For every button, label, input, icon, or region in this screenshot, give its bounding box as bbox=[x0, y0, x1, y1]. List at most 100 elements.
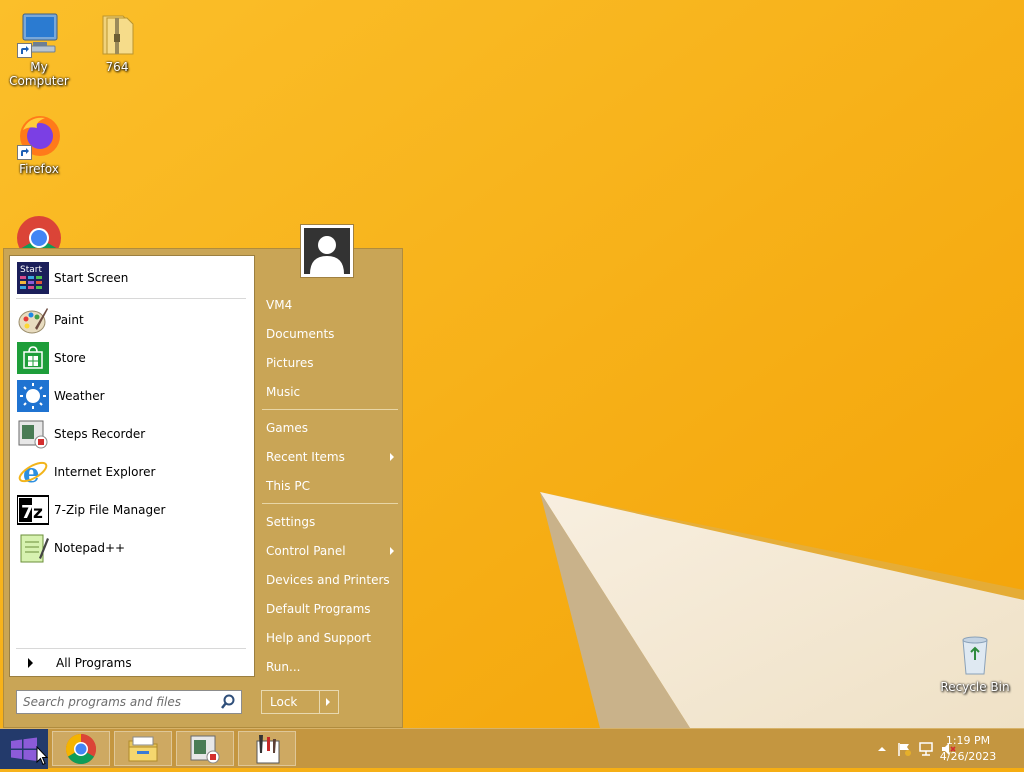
right-item-default-programs[interactable]: Default Programs bbox=[266, 598, 398, 620]
shortcut-arrow-icon bbox=[17, 145, 32, 160]
program-label: Paint bbox=[54, 313, 84, 327]
separator bbox=[16, 648, 246, 649]
lock-button-group: Lock bbox=[261, 690, 339, 714]
taskbar-clock[interactable]: 1:19 PM 4/26/2023 bbox=[934, 733, 1002, 765]
computer-icon bbox=[15, 10, 63, 58]
search-input[interactable] bbox=[17, 694, 219, 710]
start-menu-programs-pane: Start Start Screen Paint Store Weather S… bbox=[9, 255, 255, 677]
taskbar-file-explorer-button[interactable] bbox=[114, 731, 172, 766]
all-programs-label: All Programs bbox=[56, 656, 132, 670]
desktop-icon-label: Firefox bbox=[19, 162, 59, 176]
file-explorer-icon bbox=[128, 736, 158, 761]
desktop-icon-firefox[interactable]: Firefox bbox=[0, 112, 78, 176]
firefox-icon bbox=[15, 112, 63, 160]
shortcut-arrow-icon bbox=[17, 43, 32, 58]
expand-arrow-icon bbox=[28, 658, 33, 668]
chrome-icon bbox=[65, 733, 97, 764]
action-center-flag-icon[interactable] bbox=[896, 741, 912, 757]
right-item-devices-and-printers[interactable]: Devices and Printers bbox=[266, 569, 398, 591]
program-label: Weather bbox=[54, 389, 105, 403]
mouse-cursor-icon bbox=[36, 746, 48, 766]
desktop-icon-chrome[interactable] bbox=[0, 214, 78, 248]
user-picture[interactable] bbox=[300, 224, 354, 278]
program-start-screen[interactable]: Start Start Screen bbox=[12, 260, 250, 296]
right-item-label: Music bbox=[266, 385, 301, 399]
all-programs-button[interactable]: All Programs bbox=[12, 652, 250, 674]
show-hidden-icons-chevron-icon[interactable] bbox=[874, 741, 890, 757]
notepad-plus-plus-icon bbox=[17, 532, 49, 564]
shutdown-options-arrow[interactable] bbox=[319, 691, 338, 713]
right-item-label: Pictures bbox=[266, 356, 314, 370]
svg-text:z: z bbox=[33, 503, 43, 523]
desktop-icon-my-computer[interactable]: My Computer bbox=[0, 10, 78, 88]
right-item-vm4[interactable]: VM4 bbox=[266, 294, 398, 316]
zip-folder-icon bbox=[93, 10, 141, 58]
right-item-label: Devices and Printers bbox=[266, 573, 390, 587]
right-item-help-and-support[interactable]: Help and Support bbox=[266, 627, 398, 649]
desktop-icon-label: Recycle Bin bbox=[940, 680, 1010, 694]
paint-tool-icon bbox=[256, 734, 280, 763]
right-item-settings[interactable]: Settings bbox=[266, 511, 398, 533]
clock-time: 1:19 PM bbox=[945, 734, 991, 747]
paint-icon bbox=[17, 304, 49, 336]
program-label: Start Screen bbox=[54, 271, 129, 285]
store-icon bbox=[17, 342, 49, 374]
right-item-games[interactable]: Games bbox=[266, 417, 398, 439]
lock-button[interactable]: Lock bbox=[262, 691, 319, 713]
7zip-icon: 7 z bbox=[16, 494, 50, 526]
system-tray: 1:19 PM 4/26/2023 bbox=[844, 729, 1024, 769]
right-item-label: Settings bbox=[266, 515, 316, 529]
program-weather[interactable]: Weather bbox=[12, 378, 250, 414]
right-item-music[interactable]: Music bbox=[266, 381, 398, 403]
right-item-label: VM4 bbox=[266, 298, 293, 312]
program-7zip[interactable]: 7 z 7-Zip File Manager bbox=[12, 492, 250, 528]
taskbar-steps-recorder-button[interactable] bbox=[176, 731, 234, 766]
separator bbox=[16, 298, 246, 299]
right-item-recent-items[interactable]: Recent Items bbox=[266, 446, 398, 468]
right-item-label: Default Programs bbox=[266, 602, 371, 616]
right-item-label: Recent Items bbox=[266, 450, 345, 464]
program-label: Store bbox=[54, 351, 86, 365]
program-label: 7-Zip File Manager bbox=[54, 503, 166, 517]
right-item-label: Games bbox=[266, 421, 308, 435]
right-item-pictures[interactable]: Pictures bbox=[266, 352, 398, 374]
desktop-icon-recycle-bin[interactable]: Recycle Bin bbox=[936, 630, 1014, 694]
network-icon[interactable] bbox=[918, 741, 934, 757]
submenu-arrow-icon bbox=[390, 453, 394, 461]
separator bbox=[262, 503, 398, 504]
right-item-label: Control Panel bbox=[266, 544, 346, 558]
steps-recorder-icon bbox=[17, 418, 49, 450]
desktop-icon-label: 764 bbox=[105, 60, 129, 74]
program-label: Steps Recorder bbox=[54, 427, 146, 441]
desktop-icon-764-folder[interactable]: 764 bbox=[78, 10, 156, 74]
program-notepad-plus-plus[interactable]: Notepad++ bbox=[12, 530, 250, 566]
program-store[interactable]: Store bbox=[12, 340, 250, 376]
start-screen-icon: Start bbox=[17, 262, 49, 294]
taskbar-chrome-button[interactable] bbox=[52, 731, 110, 766]
program-paint[interactable]: Paint bbox=[12, 302, 250, 338]
right-item-label: Run... bbox=[266, 660, 301, 674]
right-item-control-panel[interactable]: Control Panel bbox=[266, 540, 398, 562]
separator bbox=[262, 409, 398, 410]
right-item-label: Documents bbox=[266, 327, 335, 341]
right-item-label: This PC bbox=[266, 479, 310, 493]
right-item-run[interactable]: Run... bbox=[266, 656, 398, 678]
steps-recorder-icon bbox=[190, 735, 220, 763]
right-item-this-pc[interactable]: This PC bbox=[266, 475, 398, 497]
submenu-arrow-icon bbox=[390, 547, 394, 555]
program-internet-explorer[interactable]: e Internet Explorer bbox=[12, 454, 250, 490]
svg-text:7: 7 bbox=[21, 502, 34, 523]
recycle-bin-icon bbox=[951, 630, 999, 678]
search-box bbox=[16, 690, 242, 714]
program-label: Notepad++ bbox=[54, 541, 126, 555]
program-steps-recorder[interactable]: Steps Recorder bbox=[12, 416, 250, 452]
taskbar-paint-tool-button[interactable] bbox=[238, 731, 296, 766]
desktop-icon-label: My Computer bbox=[9, 60, 69, 88]
clock-date: 4/26/2023 bbox=[939, 750, 997, 763]
start-menu: Start Start Screen Paint Store Weather S… bbox=[3, 248, 403, 728]
chrome-icon bbox=[15, 214, 63, 248]
start-tile-text: Start bbox=[20, 265, 42, 275]
search-icon[interactable] bbox=[219, 693, 237, 711]
taskbar: 1:19 PM 4/26/2023 bbox=[0, 728, 1024, 769]
right-item-documents[interactable]: Documents bbox=[266, 323, 398, 345]
